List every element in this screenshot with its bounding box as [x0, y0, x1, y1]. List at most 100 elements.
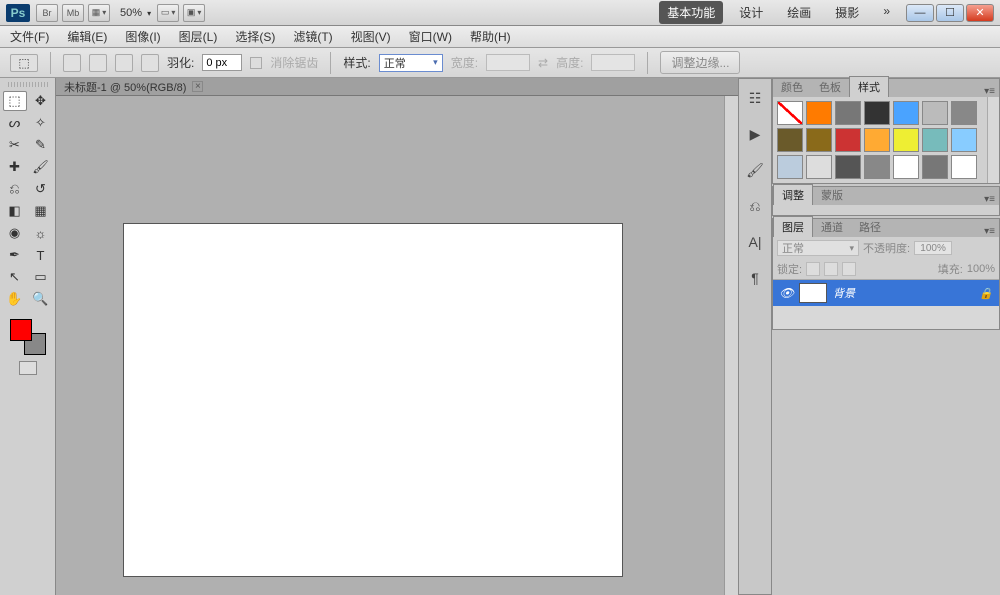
maximize-button[interactable]: ☐	[936, 4, 964, 22]
brush-panel-icon[interactable]: 🖌	[745, 161, 765, 179]
style-swatch[interactable]	[922, 155, 948, 179]
menu-view[interactable]: 视图(V)	[351, 28, 391, 45]
workspace-photo[interactable]: 摄影	[827, 1, 867, 24]
move-tool[interactable]: ✥	[29, 91, 53, 111]
workspace-more[interactable]: »	[875, 1, 898, 24]
visibility-icon[interactable]: 👁	[779, 286, 793, 300]
screen-mode-button[interactable]: ▣▾	[183, 4, 205, 22]
minibridge-button[interactable]: Mb	[62, 4, 84, 22]
view-extras-button[interactable]: ▦▾	[88, 4, 110, 22]
style-swatch[interactable]	[806, 128, 832, 152]
crop-tool[interactable]: ✂	[3, 135, 27, 155]
tab-styles[interactable]: 样式	[849, 76, 889, 97]
menu-edit[interactable]: 编辑(E)	[67, 28, 107, 45]
panel-menu-icon[interactable]: ▾≡	[984, 226, 995, 237]
panel-menu-icon[interactable]: ▾≡	[984, 194, 995, 205]
path-select-tool[interactable]: ↖	[3, 267, 27, 287]
close-button[interactable]: ✕	[966, 4, 994, 22]
clone-stamp-tool[interactable]: ⎌	[3, 179, 27, 199]
selection-intersect-icon[interactable]	[141, 54, 159, 72]
menu-help[interactable]: 帮助(H)	[470, 28, 511, 45]
minimize-button[interactable]: —	[906, 4, 934, 22]
history-panel-icon[interactable]: ☷	[745, 89, 765, 107]
shape-tool[interactable]: ▭	[29, 267, 53, 287]
tab-adjustments[interactable]: 调整	[773, 184, 813, 205]
marquee-tool[interactable]: ⬚	[3, 91, 27, 111]
bridge-button[interactable]: Br	[36, 4, 58, 22]
tab-swatches[interactable]: 色板	[811, 77, 849, 97]
dodge-tool[interactable]: ☼	[29, 223, 53, 243]
zoom-tool[interactable]: 🔍	[29, 289, 53, 309]
tab-masks[interactable]: 蒙版	[813, 185, 851, 205]
workspace-painting[interactable]: 绘画	[779, 1, 819, 24]
opacity-input[interactable]: 100%	[914, 241, 952, 255]
style-swatch[interactable]	[951, 155, 977, 179]
style-swatch[interactable]	[893, 128, 919, 152]
style-swatch[interactable]	[835, 101, 861, 125]
styles-scrollbar[interactable]	[987, 97, 999, 183]
vertical-scrollbar[interactable]	[724, 96, 738, 595]
style-swatch[interactable]	[806, 155, 832, 179]
pen-tool[interactable]: ✒	[3, 245, 27, 265]
selection-add-icon[interactable]	[89, 54, 107, 72]
character-panel-icon[interactable]: A|	[745, 233, 765, 251]
history-brush-tool[interactable]: ↺	[29, 179, 53, 199]
close-tab-icon[interactable]: ×	[192, 81, 203, 92]
blend-mode-select[interactable]: 正常▾	[777, 240, 859, 256]
actions-panel-icon[interactable]: ▶	[745, 125, 765, 143]
feather-input[interactable]	[202, 54, 242, 71]
zoom-level[interactable]: 50% ▾	[120, 7, 151, 19]
style-swatch[interactable]	[922, 128, 948, 152]
menu-filter[interactable]: 滤镜(T)	[293, 28, 332, 45]
tab-paths[interactable]: 路径	[851, 217, 889, 237]
clone-panel-icon[interactable]: ⎌	[745, 197, 765, 215]
style-swatch[interactable]	[864, 155, 890, 179]
hand-tool[interactable]: ✋	[3, 289, 27, 309]
tab-layers[interactable]: 图层	[773, 216, 813, 237]
menu-image[interactable]: 图像(I)	[125, 28, 160, 45]
workspace-essentials[interactable]: 基本功能	[659, 1, 723, 24]
style-swatch[interactable]	[864, 128, 890, 152]
menu-window[interactable]: 窗口(W)	[409, 28, 452, 45]
eyedropper-tool[interactable]: ✎	[29, 135, 53, 155]
tab-channels[interactable]: 通道	[813, 217, 851, 237]
selection-subtract-icon[interactable]	[115, 54, 133, 72]
document-tab[interactable]: 未标题-1 @ 50%(RGB/8) ×	[56, 78, 738, 96]
style-swatch[interactable]	[777, 101, 803, 125]
layer-row[interactable]: 👁 背景 🔒	[773, 280, 999, 306]
lock-position-icon[interactable]	[824, 262, 838, 276]
style-swatch[interactable]	[893, 155, 919, 179]
menu-file[interactable]: 文件(F)	[10, 28, 49, 45]
antialias-checkbox[interactable]	[250, 57, 262, 69]
style-swatch[interactable]	[922, 101, 948, 125]
selection-new-icon[interactable]	[63, 54, 81, 72]
style-select[interactable]: 正常▾	[379, 54, 443, 72]
menu-layer[interactable]: 图层(L)	[179, 28, 218, 45]
toolbox-handle[interactable]	[8, 82, 48, 87]
style-swatch[interactable]	[777, 128, 803, 152]
blur-tool[interactable]: ◉	[3, 223, 27, 243]
tool-preset-picker[interactable]: ⬚	[10, 54, 38, 72]
brush-tool[interactable]: 🖌	[29, 157, 53, 177]
quick-mask-toggle[interactable]	[19, 361, 37, 375]
panel-menu-icon[interactable]: ▾≡	[984, 86, 995, 97]
tab-color[interactable]: 颜色	[773, 77, 811, 97]
style-swatch[interactable]	[864, 101, 890, 125]
style-swatch[interactable]	[893, 101, 919, 125]
style-swatch[interactable]	[835, 128, 861, 152]
style-swatch[interactable]	[806, 101, 832, 125]
lock-pixels-icon[interactable]	[806, 262, 820, 276]
refine-edge-button[interactable]: 调整边缘...	[660, 51, 740, 74]
foreground-color[interactable]	[10, 319, 32, 341]
lock-all-icon[interactable]	[842, 262, 856, 276]
style-swatch[interactable]	[835, 155, 861, 179]
workspace-design[interactable]: 设计	[731, 1, 771, 24]
style-swatch[interactable]	[777, 155, 803, 179]
gradient-tool[interactable]: ▦	[29, 201, 53, 221]
layer-thumbnail[interactable]	[799, 283, 827, 303]
color-swatches[interactable]	[10, 319, 46, 355]
menu-select[interactable]: 选择(S)	[235, 28, 275, 45]
healing-brush-tool[interactable]: ✚	[3, 157, 27, 177]
type-tool[interactable]: T	[29, 245, 53, 265]
magic-wand-tool[interactable]: ✧	[29, 113, 53, 133]
